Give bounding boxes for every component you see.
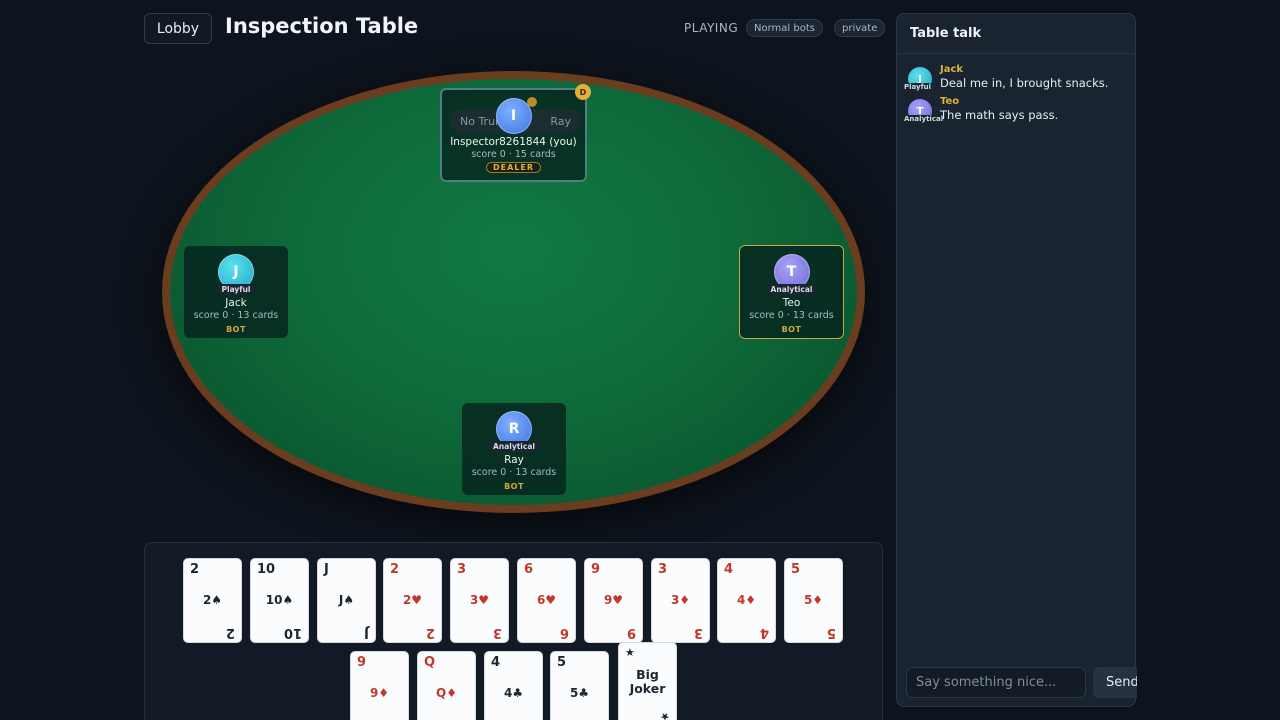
chat-author: Jack [940, 64, 964, 75]
seat-right: T Analytical Teo score 0 · 13 cards BOT [739, 245, 844, 339]
card-center: Q♦ [436, 686, 457, 700]
playing-card[interactable]: 9 9♥ 9 [584, 558, 643, 643]
chat-panel: Table talk J Playful Jack Deal me in, I … [896, 13, 1137, 707]
card-big-joker[interactable]: ★ Big Joker ★ [618, 642, 677, 720]
card-center: 6♥ [536, 593, 557, 607]
persona-badge: Analytical [765, 284, 818, 295]
chat-text: Deal me in, I brought snacks. [940, 76, 1109, 90]
card-rank-inverted: 10 [283, 625, 302, 640]
card-rank: 6 [524, 562, 534, 577]
card-rank: Q [424, 655, 436, 670]
joker-star-icon: ★ [660, 710, 670, 720]
card-center: 2♥ [402, 593, 423, 607]
game-status: PLAYING [684, 21, 739, 35]
lobby-button[interactable]: Lobby [144, 13, 212, 44]
card-center: 5♣ [569, 686, 590, 700]
card-rank: 3 [658, 562, 668, 577]
card-rank: 2 [390, 562, 400, 577]
seat-score: score 0 · 13 cards [749, 310, 834, 321]
chat-title: Table talk [910, 26, 982, 41]
card-center: 2♠ [202, 593, 223, 607]
card-rank-inverted: 2 [425, 625, 435, 640]
card-center: 5♦ [803, 593, 824, 607]
bot-tag: BOT [781, 325, 802, 334]
card-rank-inverted: 3 [693, 625, 703, 640]
dealer-chip: D [575, 84, 591, 100]
card-rank: 4 [491, 655, 501, 670]
persona-badge: Analytical [488, 441, 540, 452]
joker-label: Big Joker [619, 668, 676, 696]
card-rank: J [324, 562, 329, 577]
card-rank-inverted: 4 [759, 625, 769, 640]
playing-card[interactable]: 5 5♦ 5 [784, 558, 843, 643]
card-rank-inverted: 9 [626, 625, 636, 640]
playing-card[interactable]: 44♣4 [484, 651, 543, 720]
card-rank: 5 [791, 562, 801, 577]
card-center: 4♣ [503, 686, 524, 700]
card-center: 3♥ [469, 593, 490, 607]
card-center: 9♥ [603, 593, 624, 607]
seat-player-name: Inspector8261844 (you) [450, 136, 577, 148]
playing-card[interactable]: 2 2♠ 2 [183, 558, 242, 643]
card-rank-inverted: J [364, 625, 369, 640]
card-rank: 4 [724, 562, 734, 577]
bid-option-ray[interactable]: Ray [550, 115, 571, 128]
playing-card[interactable]: 55♣5 [550, 651, 609, 720]
joker-star-icon: ★ [625, 646, 635, 659]
card-center: 9♦ [369, 686, 390, 700]
card-rank-inverted: 3 [492, 625, 502, 640]
card-rank-inverted: 5 [826, 625, 836, 640]
avatar: I [495, 98, 532, 134]
playing-card[interactable]: 99♦9 [350, 651, 409, 720]
bot-tag: BOT [504, 482, 524, 491]
seat-player-name: Jack [225, 297, 247, 309]
seat-score: score 0 · 15 cards [471, 149, 556, 160]
playing-card[interactable]: 10 10♠ 10 [250, 558, 309, 643]
card-rank: 10 [257, 562, 276, 577]
joker-label-line1: Big [636, 667, 659, 682]
chat-text: The math says pass. [940, 108, 1059, 122]
card-rank-inverted: 6 [559, 625, 569, 640]
persona-badge: Playful [901, 83, 935, 91]
bot-tag: BOT [226, 325, 246, 334]
persona-badge: Playful [216, 284, 256, 295]
card-rank: 9 [591, 562, 601, 577]
seat-bottom: R Analytical Ray score 0 · 13 cards BOT [462, 403, 566, 495]
playing-card[interactable]: 3 3♥ 3 [450, 558, 509, 643]
card-center: J♠ [338, 593, 355, 607]
seat-left: J Playful Jack score 0 · 13 cards BOT [184, 246, 288, 338]
seat-score: score 0 · 13 cards [471, 467, 557, 478]
chat-input[interactable] [906, 667, 1086, 698]
card-center: 4♦ [736, 593, 757, 607]
playing-card[interactable]: 4 4♦ 4 [717, 558, 776, 643]
card-rank: 9 [357, 655, 367, 670]
bot-difficulty-badge: Normal bots [746, 19, 823, 37]
page-title: Inspection Table [225, 14, 419, 38]
card-rank-inverted: 2 [225, 625, 235, 640]
chat-author: Teo [940, 96, 960, 107]
seat-player-name: Ray [504, 454, 524, 466]
divider [897, 53, 1135, 54]
playing-card[interactable]: J J♠ J [317, 558, 376, 643]
playing-card[interactable]: 6 6♥ 6 [517, 558, 576, 643]
privacy-badge: private [834, 19, 886, 37]
playing-card[interactable]: 2 2♥ 2 [383, 558, 442, 643]
dealer-badge: DEALER [485, 162, 542, 173]
card-rank: 2 [190, 562, 200, 577]
playing-card[interactable]: QQ♦Q [417, 651, 476, 720]
send-button[interactable]: Send [1093, 667, 1137, 698]
card-center: 10♠ [265, 593, 294, 607]
card-rank: 5 [557, 655, 567, 670]
joker-label-line2: Joker [629, 681, 666, 696]
seat-top-you: No Trump Ray I Inspector8261844 (you) sc… [440, 88, 587, 182]
seat-player-name: Teo [782, 297, 801, 309]
card-center: 3♦ [670, 593, 691, 607]
card-rank: 3 [457, 562, 467, 577]
seat-score: score 0 · 13 cards [193, 310, 279, 321]
playing-card[interactable]: 3 3♦ 3 [651, 558, 710, 643]
